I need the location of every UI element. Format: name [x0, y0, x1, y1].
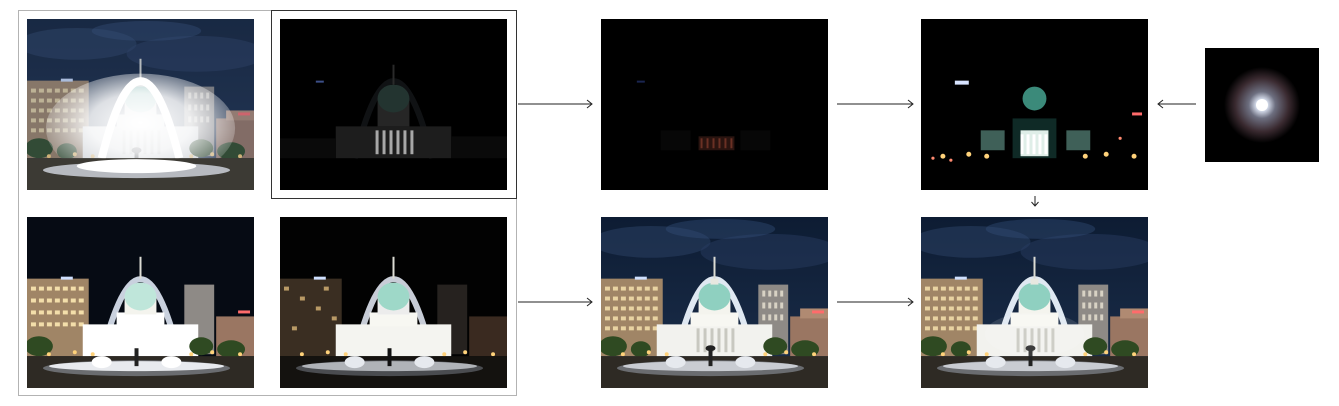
arrow-inputs-to-merge: [518, 296, 594, 308]
input-exposure-long: [27, 19, 254, 190]
arrow-inputs-to-highlight: [518, 98, 594, 110]
input-exposure-very-short: [280, 19, 507, 190]
arrow-psf-to-glare: [1156, 98, 1196, 110]
final-result-with-glare: [921, 217, 1148, 388]
point-spread-function: [1205, 48, 1319, 162]
arrow-merge-to-final: [837, 296, 915, 308]
glare-convolved-highlights: [921, 19, 1148, 190]
input-exposure-medium: [27, 217, 254, 388]
hdr-merged-result: [601, 217, 828, 388]
arrow-highlight-to-glare: [837, 98, 915, 110]
intermediate-highlight-image: [601, 19, 828, 190]
input-exposure-short: [280, 217, 507, 388]
arrow-glare-to-final: [1029, 196, 1041, 210]
